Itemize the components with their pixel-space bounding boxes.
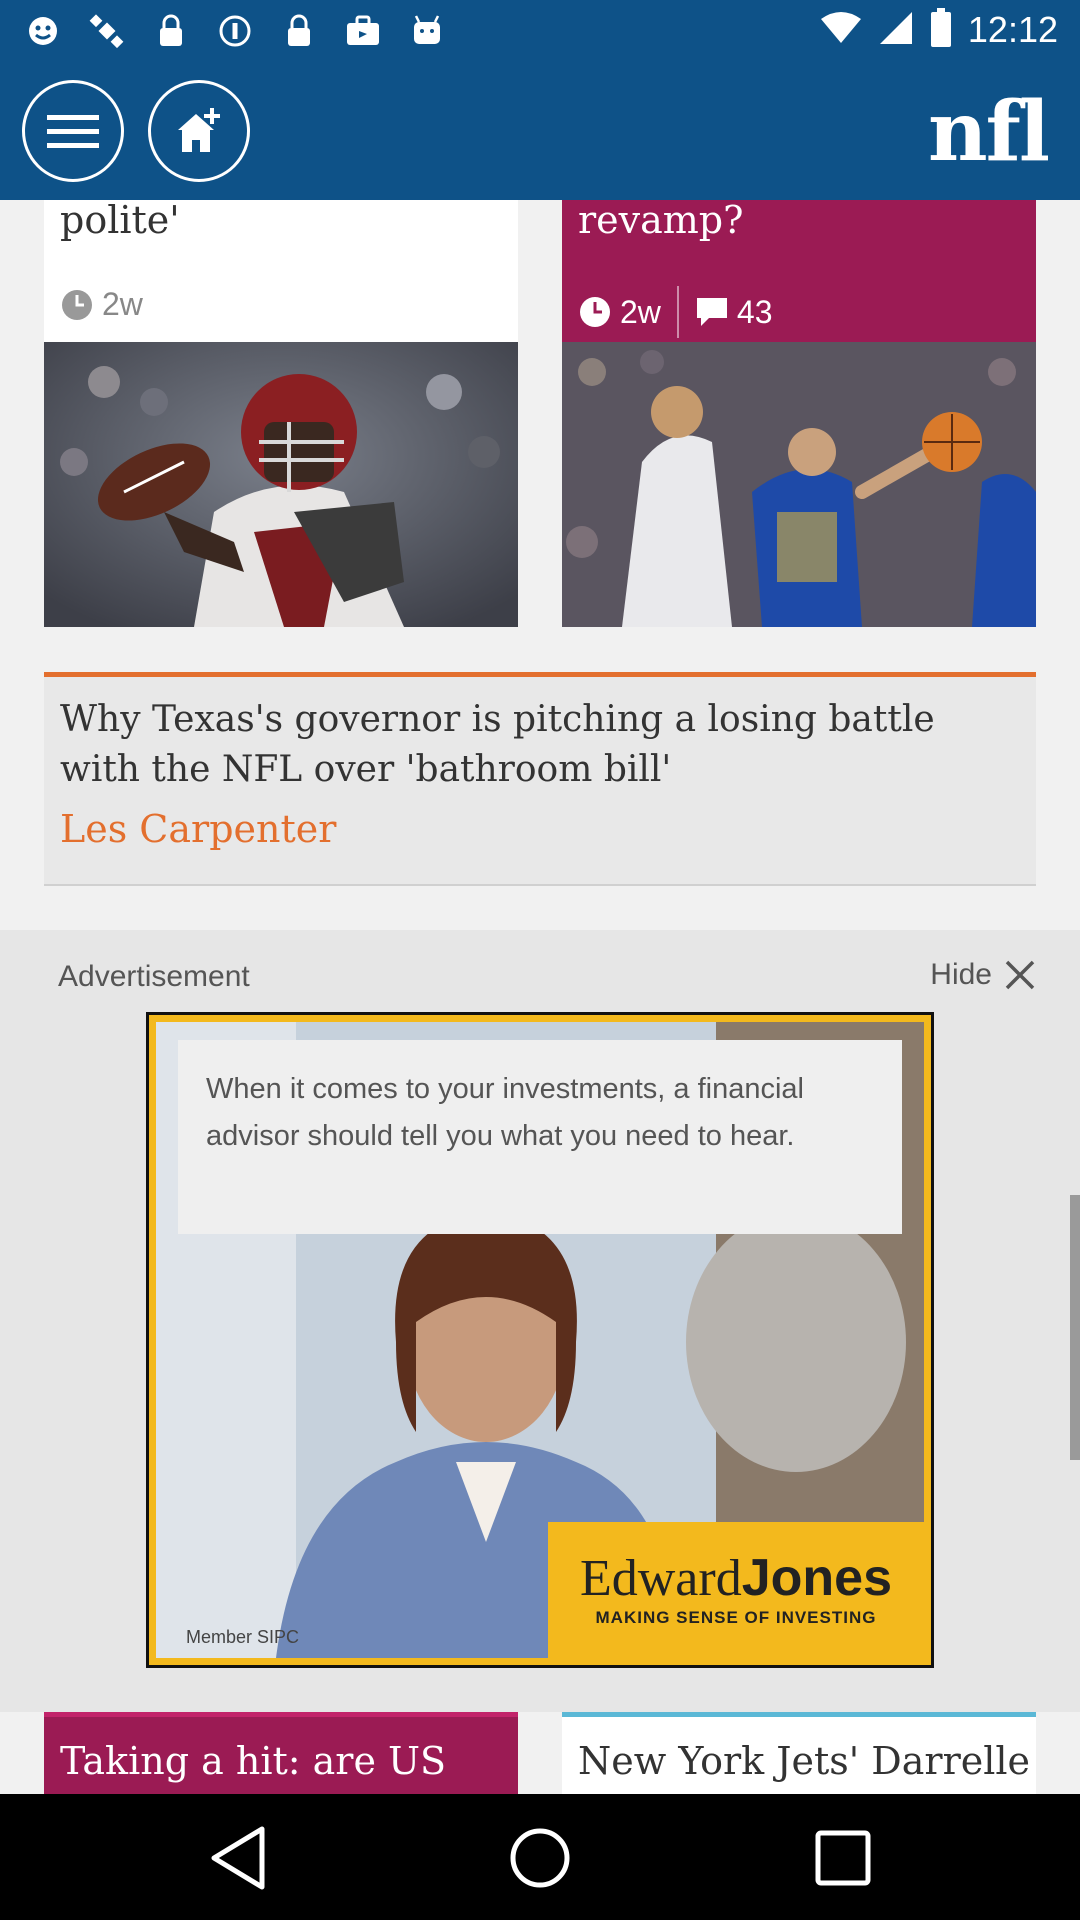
ad-disclaimer: Member SIPC — [186, 1627, 300, 1647]
comment-icon — [696, 298, 727, 326]
ad-banner[interactable]: When it comes to your investments, a fin… — [146, 1012, 934, 1668]
comment-count: 43 — [736, 293, 773, 330]
status-time: 12:12 — [967, 9, 1058, 50]
article-title: polite' — [60, 200, 180, 242]
clock-icon — [580, 297, 610, 327]
home-icon — [510, 1828, 570, 1888]
article-card-top-left[interactable]: polite' 2w — [44, 200, 518, 342]
status-bar: 12:12 — [0, 0, 1080, 62]
battery-icon — [930, 8, 952, 52]
article-meta: 2w 43 — [578, 286, 773, 338]
meta-divider — [676, 286, 679, 338]
menu-icon — [47, 115, 99, 148]
article-time: 2w — [620, 293, 661, 330]
add-to-home-button[interactable] — [148, 80, 250, 182]
article-card-bottom-right[interactable]: New York Jets' Darrelle — [562, 1712, 1036, 1794]
article-card-bottom-left[interactable]: Taking a hit: are US — [44, 1712, 518, 1794]
menu-button[interactable] — [22, 80, 124, 182]
article-card-wide[interactable]: Why Texas's governor is pitching a losin… — [44, 672, 1036, 886]
status-notification-icons — [22, 10, 448, 52]
advertisement-section: Advertisement Hide When it comes to your… — [0, 930, 1080, 1712]
back-button[interactable] — [196, 1816, 280, 1900]
recents-icon — [815, 1830, 871, 1886]
lock-icon — [150, 10, 192, 52]
close-icon — [1005, 960, 1035, 990]
article-author[interactable]: Les Carpenter — [60, 807, 336, 851]
feed[interactable]: polite' 2w revamp? 2w 43 Why Texas's gov… — [0, 200, 1080, 1794]
article-title: Why Texas's governor is pitching a losin… — [60, 699, 935, 790]
article-meta: 2w — [60, 286, 143, 323]
brand-name: EdwardJones — [579, 1549, 892, 1607]
signal-icon — [878, 10, 914, 50]
recents-button[interactable] — [801, 1816, 885, 1900]
ad-image: When it comes to your investments, a fin… — [156, 1022, 924, 1658]
wifi-icon — [820, 11, 862, 49]
android-icon — [406, 10, 448, 52]
hide-ad-button[interactable]: Hide — [930, 958, 1036, 992]
navigation-bar — [0, 1794, 1080, 1920]
briefcase-icon — [342, 10, 384, 52]
edward-jones-logo: EdwardJones MAKING SENSE OF INVESTING — [548, 1522, 924, 1658]
article-title: New York Jets' Darrelle — [578, 1739, 1031, 1783]
article-time: 2w — [102, 286, 143, 322]
nfl-logo[interactable]: nfl — [928, 84, 1050, 180]
app-bar: nfl — [0, 62, 1080, 200]
article-title: Taking a hit: are US — [60, 1739, 447, 1783]
satellite-icon — [86, 10, 128, 52]
emoji-icon — [22, 10, 64, 52]
ad-headline: When it comes to your investments, a fin… — [178, 1040, 902, 1234]
status-system-icons: 12:12 — [820, 8, 1058, 52]
info-icon — [214, 10, 256, 52]
article-card-top-right[interactable]: revamp? 2w 43 — [562, 200, 1036, 342]
clock-icon — [62, 289, 92, 320]
football-player-image[interactable] — [44, 342, 518, 627]
home-button[interactable] — [498, 1816, 582, 1900]
back-icon — [211, 1826, 265, 1890]
basketball-players-image[interactable] — [562, 342, 1036, 627]
add-to-home-icon — [178, 108, 220, 152]
scrollbar[interactable] — [1070, 1195, 1080, 1460]
brand-tagline: MAKING SENSE OF INVESTING — [595, 1608, 877, 1627]
advertisement-label: Advertisement — [58, 960, 250, 993]
hide-label: Hide — [930, 958, 992, 991]
lock-icon — [278, 10, 320, 52]
article-title: revamp? — [578, 200, 744, 242]
